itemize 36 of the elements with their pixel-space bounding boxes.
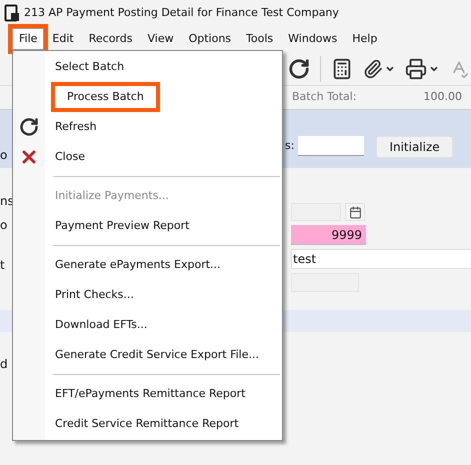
- label-fragment: o: [0, 217, 8, 234]
- text-field[interactable]: test: [291, 249, 471, 269]
- label-fragment: o: [0, 147, 8, 164]
- label-fragment: d: [0, 356, 8, 373]
- menu-bar-item[interactable]: Edit: [45, 28, 81, 50]
- menu-item[interactable]: Download EFTs...: [55, 316, 148, 334]
- printer-icon[interactable]: [405, 58, 427, 80]
- calculator-icon[interactable]: [331, 58, 353, 80]
- menu-item[interactable]: Generate Credit Service Export File...: [55, 346, 259, 364]
- menu-item[interactable]: Generate ePayments Export...: [55, 256, 221, 274]
- initialize-button[interactable]: Initialize: [376, 136, 453, 158]
- menu-bar-item[interactable]: Tools: [239, 28, 280, 50]
- menu-bar-item[interactable]: Records: [82, 28, 140, 50]
- menu-item[interactable]: Close: [55, 148, 85, 166]
- menu-item[interactable]: Refresh: [55, 118, 97, 136]
- app-logo-icon: [4, 4, 20, 22]
- calendar-button[interactable]: [345, 203, 365, 221]
- paperclip-icon[interactable]: [363, 58, 383, 78]
- refresh-icon: [19, 117, 39, 137]
- menu-bar-item[interactable]: Help: [345, 28, 384, 50]
- label-fragment: t: [0, 257, 5, 274]
- batch-total-value: 100.00: [424, 89, 462, 106]
- menu-item[interactable]: Select Batch: [55, 58, 124, 76]
- menu-item[interactable]: Payment Preview Report: [55, 218, 190, 234]
- field-label: s:: [285, 138, 294, 154]
- input-field[interactable]: [298, 136, 364, 156]
- refresh-icon[interactable]: [288, 58, 310, 80]
- number-field[interactable]: 9999: [291, 225, 366, 245]
- window-title: 213 AP Payment Posting Detail for Finance Test Company: [24, 4, 339, 21]
- menu-item[interactable]: Print Checks...: [55, 286, 134, 304]
- batch-total-label: Batch Total:: [292, 89, 357, 106]
- menu-item[interactable]: EFT/ePayments Remittance Report: [55, 386, 246, 402]
- menu-item[interactable]: Credit Service Remittance Report: [55, 416, 239, 432]
- menu-bar-item[interactable]: Windows: [281, 28, 344, 50]
- menu-bar-item[interactable]: Options: [182, 28, 238, 50]
- menu-bar-item[interactable]: View: [140, 28, 181, 50]
